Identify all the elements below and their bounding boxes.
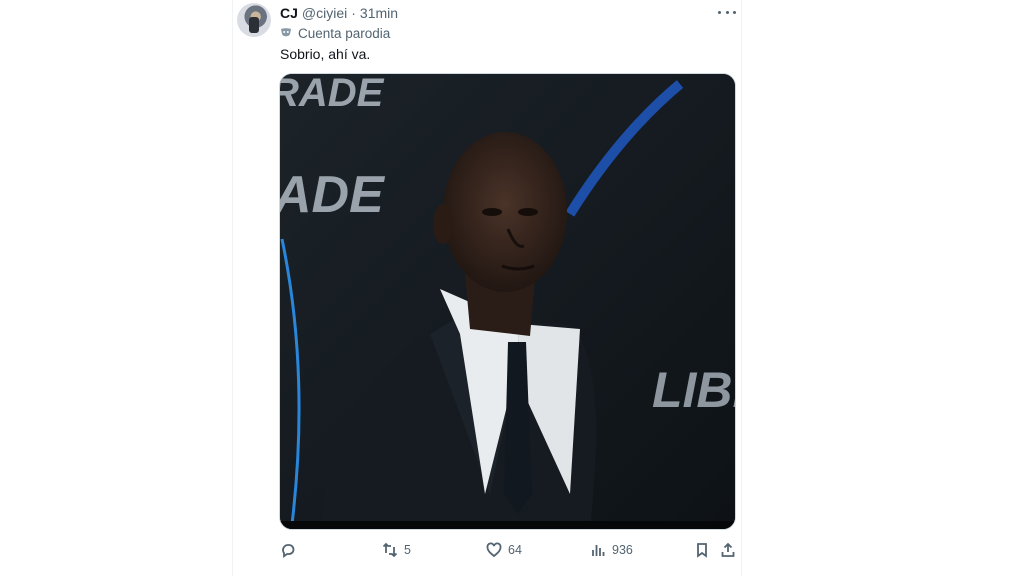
tweet-media-image[interactable]: RADE ADE LIBE	[280, 74, 735, 529]
bookmark-button[interactable]	[694, 540, 710, 560]
views-count: 936	[612, 543, 633, 557]
like-icon	[486, 542, 502, 558]
retweet-count: 5	[404, 543, 411, 557]
author-handle[interactable]: @ciyiei	[302, 5, 347, 21]
parody-label-text: Cuenta parodia	[298, 25, 391, 41]
share-button[interactable]	[720, 540, 736, 560]
bookmark-icon	[697, 543, 707, 558]
parody-label: Cuenta parodia	[280, 24, 390, 42]
reply-icon	[282, 544, 295, 558]
views-button[interactable]: 936	[590, 540, 633, 560]
avatar[interactable]	[237, 3, 271, 37]
parody-mask-icon	[281, 28, 291, 37]
share-icon	[721, 542, 735, 557]
tweet-text: Sobrio, ahí va.	[280, 46, 371, 62]
tweet-actions: 5 64 936	[280, 540, 736, 560]
like-count: 64	[508, 543, 522, 557]
tweet-header: CJ @ciyiei · 31min	[280, 4, 398, 22]
retweet-button[interactable]: 5	[382, 540, 411, 560]
banner-text-mid: ADE	[280, 166, 385, 224]
banner-text-right: LIBE	[652, 362, 735, 418]
reply-button[interactable]	[280, 540, 302, 560]
more-icon[interactable]	[718, 4, 736, 20]
like-button[interactable]: 64	[486, 540, 522, 560]
retweet-icon	[382, 542, 398, 558]
separator-dot: ·	[351, 5, 356, 21]
timestamp[interactable]: 31min	[360, 5, 398, 21]
banner-text-top: RADE	[280, 74, 385, 115]
author-name[interactable]: CJ	[280, 5, 298, 21]
views-icon	[592, 545, 605, 556]
